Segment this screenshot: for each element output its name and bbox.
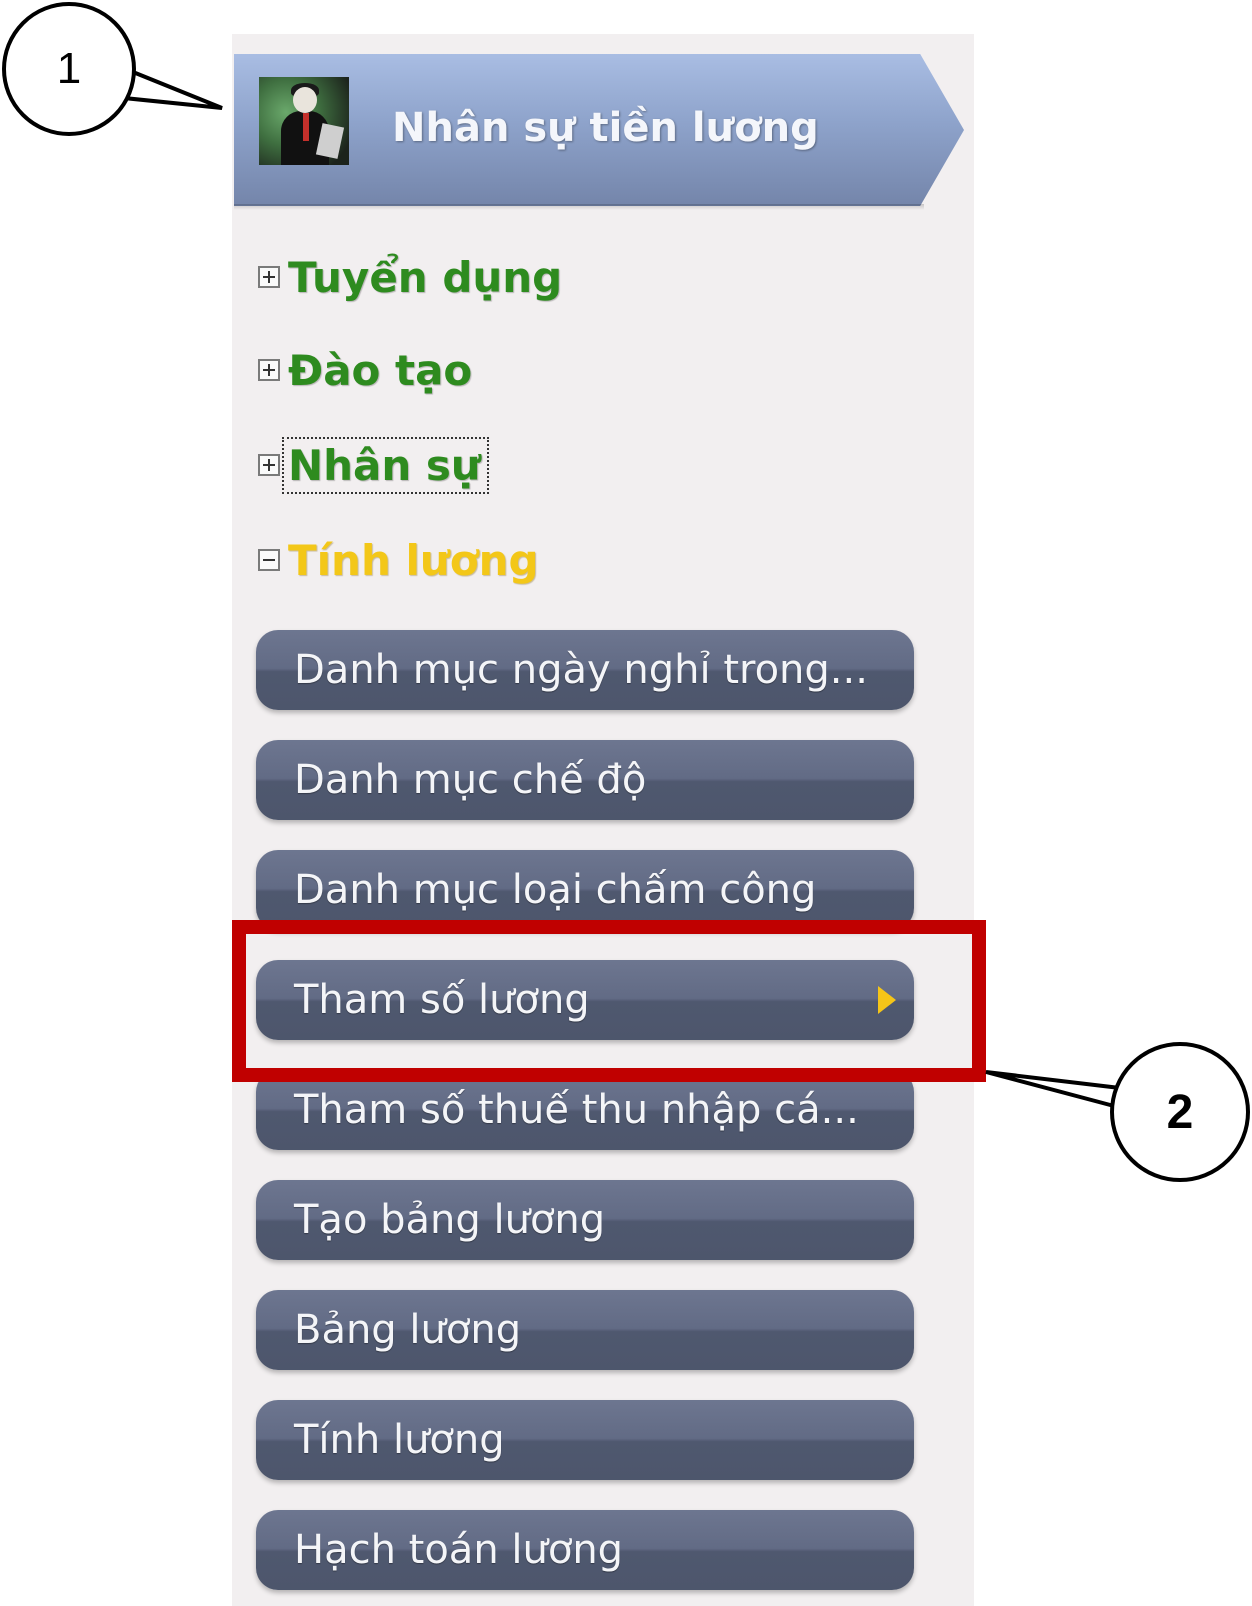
menu-item-bang-luong[interactable]: Bảng lương xyxy=(256,1290,914,1370)
tree-group-label[interactable]: Tính lương xyxy=(286,536,543,585)
module-header-shadow xyxy=(234,204,924,210)
menu-item-label: Tính lương xyxy=(294,1417,505,1463)
callout-1: 1 xyxy=(2,2,136,136)
menu-item-label: Danh mục ngày nghỉ trong... xyxy=(294,647,868,693)
menu-item-tinh-luong[interactable]: Tính lương xyxy=(256,1400,914,1480)
callout-1-leader xyxy=(123,68,223,110)
menu-item-danh-muc-che-do[interactable]: Danh mục chế độ xyxy=(256,740,914,820)
tree-group-tuyen-dung[interactable]: Tuyển dụng xyxy=(258,252,566,302)
highlight-box xyxy=(232,920,986,1082)
module-title: Nhân sự tiền lương xyxy=(392,105,819,151)
menu-item-hach-toan-luong[interactable]: Hạch toán lương xyxy=(256,1510,914,1590)
expand-plus-icon[interactable] xyxy=(258,359,280,381)
menu-item-label: Tham số thuế thu nhập cá... xyxy=(294,1087,859,1133)
expand-plus-icon[interactable] xyxy=(258,266,280,288)
menu-item-label: Danh mục loại chấm công xyxy=(294,867,817,913)
callout-2: 2 xyxy=(1110,1042,1250,1182)
menu-item-tham-so-thue-tncn[interactable]: Tham số thuế thu nhập cá... xyxy=(256,1070,914,1150)
collapse-minus-icon[interactable] xyxy=(258,549,280,571)
tree-group-label[interactable]: Đào tạo xyxy=(286,346,476,395)
menu-item-danh-muc-loai-cham-cong[interactable]: Danh mục loại chấm công xyxy=(256,850,914,930)
callout-2-leader xyxy=(985,1070,1121,1108)
tree-group-dao-tao[interactable]: Đào tạo xyxy=(258,345,476,395)
tree-group-nhan-su[interactable]: Nhân sự xyxy=(258,436,489,494)
callout-number: 2 xyxy=(1166,1085,1194,1139)
menu-item-label: Tạo bảng lương xyxy=(294,1197,606,1243)
menu-item-label: Danh mục chế độ xyxy=(294,757,647,803)
menu-item-label: Hạch toán lương xyxy=(294,1527,624,1573)
menu-item-label: Bảng lương xyxy=(294,1307,522,1353)
expand-plus-icon[interactable] xyxy=(258,454,280,476)
tree-group-label[interactable]: Tuyển dụng xyxy=(286,253,566,302)
callout-number: 1 xyxy=(56,44,82,93)
tree-group-tinh-luong[interactable]: Tính lương xyxy=(258,535,543,585)
menu-item-tao-bang-luong[interactable]: Tạo bảng lương xyxy=(256,1180,914,1260)
menu-item-danh-muc-ngay-nghi[interactable]: Danh mục ngày nghỉ trong... xyxy=(256,630,914,710)
employee-avatar-icon xyxy=(259,77,349,165)
tree-group-label[interactable]: Nhân sự xyxy=(282,436,489,494)
